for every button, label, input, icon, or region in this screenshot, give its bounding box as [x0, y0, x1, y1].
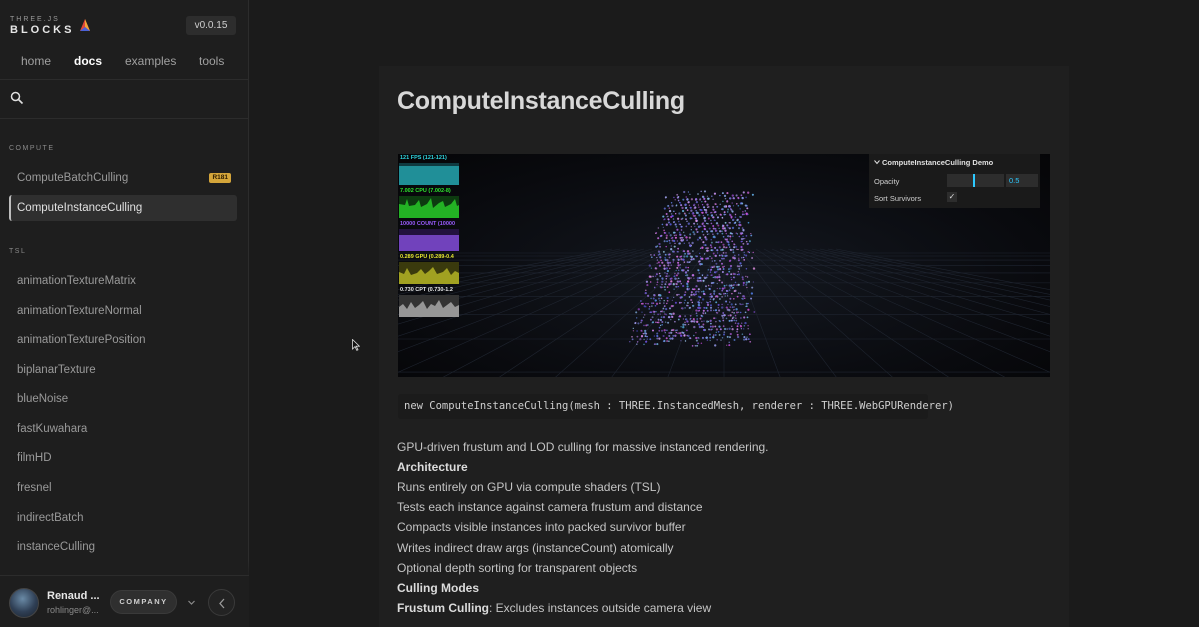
- stat-graph: [399, 295, 459, 317]
- collapse-sidebar-button[interactable]: [208, 589, 235, 616]
- brand-logo-icon: [80, 19, 90, 31]
- sidebar-item-bluenoise[interactable]: blueNoise: [9, 386, 237, 412]
- brand-big-text: BLOCKS: [10, 24, 75, 36]
- page-title: ComputeInstanceCulling: [397, 87, 685, 115]
- description-line: Optional depth sorting for transparent o…: [397, 561, 638, 575]
- search-icon[interactable]: [10, 91, 24, 105]
- sidebar-item-label: ComputeBatchCulling: [17, 172, 129, 184]
- avatar[interactable]: [9, 588, 39, 618]
- slider-thumb[interactable]: [973, 174, 975, 187]
- stat-label: 0.730 CPT (0.730-1.2: [400, 287, 453, 293]
- sidebar-item-computeinstanceculling[interactable]: ComputeInstanceCulling: [9, 195, 237, 221]
- nav-home[interactable]: home: [21, 54, 51, 68]
- description-line: GPU-driven frustum and LOD culling for m…: [397, 440, 769, 454]
- stat-gpu: 0.289 GPU (0.289-0.4: [398, 253, 460, 286]
- stat-label: 0.289 GPU (0.289-0.4: [400, 254, 454, 260]
- stat-graph: [399, 163, 459, 185]
- section-heading: Culling Modes: [397, 581, 479, 595]
- nav-examples[interactable]: examples: [125, 54, 176, 68]
- term-description: : Excludes instances outside camera view: [489, 601, 712, 615]
- brand[interactable]: THREE.JS BLOCKS: [10, 16, 74, 36]
- sidebar-item-computebatchculling[interactable]: ComputeBatchCulling R181: [9, 165, 237, 191]
- description-line: Writes indirect draw args (instanceCount…: [397, 541, 674, 555]
- instance-cloud: [629, 190, 756, 347]
- stats-panel: 121 FPS (121-121) 7.002 CPU (7.002-8) 10…: [398, 154, 460, 319]
- stat-label: 121 FPS (121-121): [400, 155, 447, 161]
- stat-label: 7.002 CPU (7.002-8): [400, 188, 451, 194]
- sidebar-item-animationtexturenormal[interactable]: animationTextureNormal: [9, 298, 237, 324]
- sidebar-item-indirectbatch[interactable]: indirectBatch: [9, 505, 237, 531]
- sidebar-item-biplanartexture[interactable]: biplanarTexture: [9, 357, 237, 383]
- demo-viewport[interactable]: 121 FPS (121-121) 7.002 CPU (7.002-8) 10…: [398, 154, 1050, 377]
- stat-cpu: 7.002 CPU (7.002-8): [398, 187, 460, 220]
- section-heading: Architecture: [397, 460, 468, 474]
- gui-title[interactable]: ComputeInstanceCulling Demo: [882, 158, 993, 167]
- stat-cpt: 0.730 CPT (0.730-1.2: [398, 286, 460, 319]
- stat-count: 10000 COUNT (10000: [398, 220, 460, 253]
- sidebar-item-fastkuwahara[interactable]: fastKuwahara: [9, 416, 237, 442]
- user-bar: Renaud ... rohlinger@... COMPANY: [0, 575, 249, 627]
- brand-small-text: THREE.JS: [10, 16, 60, 23]
- description-line: Tests each instance against camera frust…: [397, 500, 703, 514]
- section-title-tsl: TSL: [9, 248, 27, 255]
- nav-tools[interactable]: tools: [199, 54, 224, 68]
- chevron-left-icon: [219, 598, 225, 609]
- description-line: Runs entirely on GPU via compute shaders…: [397, 480, 661, 494]
- stat-fps: 121 FPS (121-121): [398, 154, 460, 187]
- sort-survivors-label: Sort Survivors: [874, 194, 922, 203]
- sidebar-item-label: ComputeInstanceCulling: [17, 202, 143, 214]
- mouse-cursor-icon: [352, 339, 360, 351]
- constructor-signature: new ComputeInstanceCulling(mesh : THREE.…: [398, 394, 954, 419]
- main-area: ComputeInstanceCulling 121 FPS (121-121)…: [249, 0, 1199, 627]
- term: Frustum Culling: [397, 601, 489, 615]
- description-line: Frustum Culling: Excludes instances outs…: [397, 601, 711, 615]
- stat-graph: [399, 229, 459, 251]
- sidebar: THREE.JS BLOCKS v0.0.15 home docs exampl…: [0, 0, 249, 627]
- divider: [0, 118, 249, 119]
- opacity-value-input[interactable]: 0.5: [1006, 174, 1038, 187]
- version-badge[interactable]: v0.0.15: [186, 16, 236, 35]
- stat-graph: [399, 196, 459, 218]
- sidebar-item-fresnel[interactable]: fresnel: [9, 475, 237, 501]
- doc-content: ComputeInstanceCulling 121 FPS (121-121)…: [379, 66, 1069, 627]
- description-line: Compacts visible instances into packed s…: [397, 520, 686, 534]
- sidebar-item-filmhd[interactable]: filmHD: [9, 445, 237, 471]
- sidebar-item-animationtexturematrix[interactable]: animationTextureMatrix: [9, 268, 237, 294]
- company-button[interactable]: COMPANY: [110, 590, 177, 614]
- demo-controls-panel: ComputeInstanceCulling Demo Opacity 0.5 …: [869, 154, 1040, 208]
- opacity-label: Opacity: [874, 177, 900, 186]
- divider: [0, 79, 249, 80]
- sort-survivors-checkbox[interactable]: ✓: [947, 192, 957, 202]
- sidebar-item-animationtextureposition[interactable]: animationTexturePosition: [9, 327, 237, 353]
- chevron-down-icon[interactable]: [874, 159, 880, 165]
- nav-docs[interactable]: docs: [74, 54, 102, 68]
- user-name: Renaud ...: [47, 590, 100, 602]
- user-email: rohlinger@...: [47, 605, 99, 615]
- stat-graph: [399, 262, 459, 284]
- sidebar-item-instanceculling[interactable]: instanceCulling: [9, 534, 237, 560]
- opacity-slider[interactable]: [947, 174, 1004, 187]
- stat-label: 10000 COUNT (10000: [400, 221, 456, 227]
- chevron-down-icon[interactable]: [187, 598, 196, 607]
- section-title-compute: COMPUTE: [9, 145, 55, 152]
- version-badge-r181: R181: [209, 173, 231, 183]
- top-nav: home docs examples tools: [0, 54, 249, 80]
